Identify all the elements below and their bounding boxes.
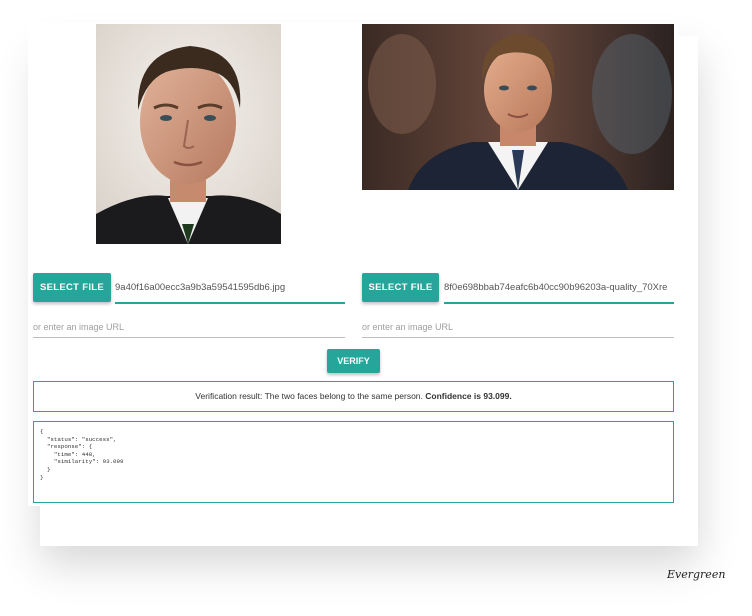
image-url-input-2[interactable] xyxy=(362,317,674,338)
select-file-button-1[interactable]: SELECT FILE xyxy=(33,273,111,302)
verify-button[interactable]: VERIFY xyxy=(327,349,380,373)
response-json-text: { "status": "success", "response": { "ti… xyxy=(40,428,124,481)
face-image-1 xyxy=(96,24,281,244)
verification-result: Verification result: The two faces belon… xyxy=(33,381,674,412)
file-name-field-2[interactable]: 8f0e698bbab74eafc6b40cc90b96203a-quality… xyxy=(444,274,674,304)
image-url-input-1[interactable] xyxy=(33,317,345,338)
result-text: Verification result: The two faces belon… xyxy=(195,391,426,401)
portrait-2-svg xyxy=(362,24,674,190)
file-name-field-1[interactable]: 9a40f16a00ecc3a9b3a59541595db6.jpg xyxy=(115,274,345,304)
face-image-2 xyxy=(362,24,674,190)
portrait-1-svg xyxy=(96,24,281,244)
select-file-button-2[interactable]: SELECT FILE xyxy=(362,273,439,302)
confidence-text: Confidence is 93.099. xyxy=(425,391,512,401)
response-json-panel: { "status": "success", "response": { "ti… xyxy=(33,421,674,503)
brand-logo: Evergreen xyxy=(667,568,726,581)
